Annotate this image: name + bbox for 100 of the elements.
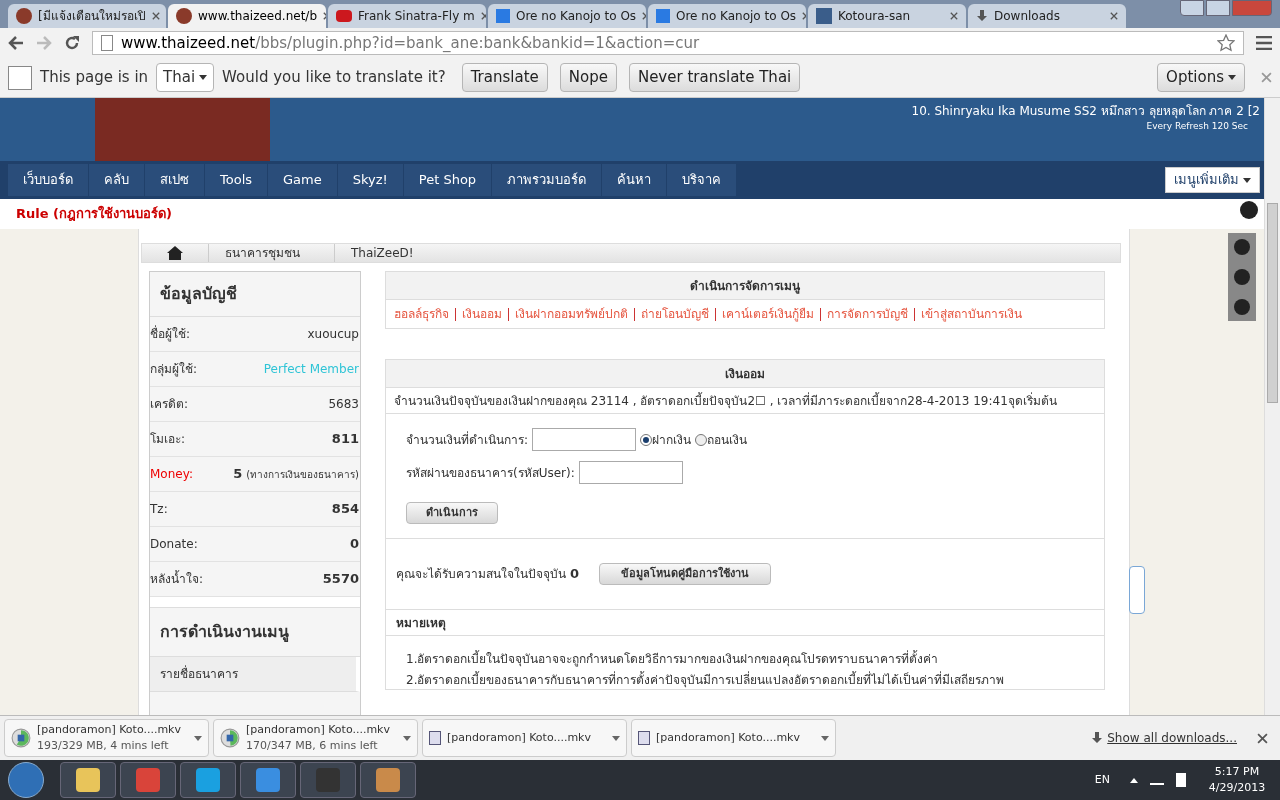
- menu-link[interactable]: ถ่ายโอนบัญชี: [641, 305, 709, 323]
- note-text: 2.อัตราดอกเบี้ยของธนาคารกับธนาคารที่การตั้งค่าปัจจุบันมีการเปลี่ยนแปลงอัตราดอกเบี้ยที่ไม่ได้เป็นค่าที่มีเสถียรภาพ: [406, 671, 1006, 689]
- field-value: 0: [349, 535, 359, 554]
- back-icon[interactable]: [8, 36, 24, 50]
- balance-text: จำนวนเงินปัจจุบันของเงินฝากของคุณ 23114 , อัตราดอกเบี้ยปัจจุบัน2☐ , เวลาที่มีภาระดอกเบี้ยจาก28-4-2013 19:41จุดเริ่มต้น: [394, 391, 1057, 410]
- field-label: จำนวนเงินที่ดำเนินการ:: [406, 430, 529, 449]
- menu-item[interactable]: รายชื่อธนาคาร: [150, 657, 360, 692]
- browser-tab[interactable]: www.thaizeed.net/b: [168, 4, 326, 28]
- nav-link[interactable]: บริจาค: [667, 164, 737, 196]
- show-all-downloads-link[interactable]: Show all downloads...: [1107, 729, 1237, 747]
- nav-link[interactable]: เว็บบอร์ด: [8, 164, 88, 196]
- breadcrumb-link[interactable]: ธนาคารชุมชน: [208, 244, 334, 262]
- download-progress-icon: [220, 728, 240, 748]
- download-icon: [1091, 732, 1104, 744]
- menu-icon[interactable]: [1256, 36, 1272, 50]
- download-icon: [976, 10, 988, 22]
- side-tab[interactable]: [1129, 566, 1145, 614]
- nav-link[interactable]: คลับ: [89, 164, 144, 196]
- caret-icon: [612, 735, 620, 741]
- star-icon[interactable]: [1217, 34, 1235, 52]
- browser-tab[interactable]: Kotoura-san: [808, 4, 966, 28]
- tab-title: Ore no Kanojo to Os: [676, 8, 797, 25]
- radio-button[interactable]: [695, 433, 708, 446]
- translate-bar-button[interactable]: Nope: [559, 63, 617, 92]
- download-progress-icon: [11, 728, 31, 748]
- tab-title: Downloads: [994, 8, 1061, 25]
- download-item[interactable]: [pandoramon] Koto....mkv: [422, 719, 627, 757]
- file-name: [pandoramon] Koto....mkv: [447, 729, 592, 746]
- menu-link[interactable]: เข้าสู่สถาบันการเงิน: [921, 305, 1022, 323]
- nav-link[interactable]: ค้นหา: [602, 164, 667, 196]
- field-label: Tz:: [150, 501, 169, 518]
- field-note: (ทางการเงินของธนาคาร): [246, 467, 359, 482]
- menu-heading: การดำเนินงานเมนู: [159, 621, 289, 644]
- tab-title: www.thaizeed.net/b: [198, 8, 317, 25]
- file-name: [pandoramon] Koto....mkv: [246, 721, 391, 738]
- browser-tab[interactable]: Downloads: [968, 4, 1126, 28]
- field-value: 5570: [322, 570, 359, 589]
- download-item[interactable]: [pandoramon] Koto....mkv: [631, 719, 836, 757]
- clock-time: 5:17 PM: [1214, 763, 1260, 780]
- tray-arrow-icon[interactable]: [1130, 777, 1138, 783]
- nav-link[interactable]: สเปซ: [145, 164, 204, 196]
- file-icon: [429, 731, 441, 745]
- minimize-icon[interactable]: [1180, 0, 1204, 16]
- more-menu-dropdown[interactable]: เมนูเพิ่มเติม: [1165, 167, 1260, 193]
- options-button[interactable]: Options: [1157, 63, 1245, 92]
- url-text: www.thaizeed.net/bbs/plugin.php?id=bank_ane:bank&bankid=1&action=cur: [121, 32, 700, 54]
- language-indicator[interactable]: EN: [1094, 771, 1110, 789]
- video-icon: [336, 10, 352, 22]
- menu-link[interactable]: เงินออม: [462, 305, 502, 323]
- site-icon: [816, 8, 832, 24]
- caret-icon: [1243, 177, 1251, 183]
- download-item[interactable]: [pandoramon] Koto....mkv 170/347 MB, 6 mins left: [213, 719, 418, 757]
- nav-link[interactable]: Game: [268, 164, 337, 196]
- field-label: โมเอะ:: [150, 431, 187, 448]
- nav-link[interactable]: Pet Shop: [403, 164, 492, 196]
- field-value: 5: [233, 465, 243, 484]
- taskbar-button[interactable]: [240, 762, 296, 798]
- browser-tab[interactable]: Frank Sinatra-Fly m: [328, 4, 486, 28]
- menu-link[interactable]: เงินฝากออมทรัพย์ปกติ: [515, 305, 628, 323]
- reload-icon[interactable]: [64, 35, 80, 51]
- browser-tab[interactable]: [มีแจ้งเตือนใหม่รอเปิ: [8, 4, 166, 28]
- browser-tab[interactable]: Ore no Kanojo to Os: [488, 4, 646, 28]
- language-dropdown[interactable]: Thai: [156, 63, 215, 92]
- taskbar-button[interactable]: [180, 762, 236, 798]
- guide-button[interactable]: ข้อมูลโหนดคู่มือการใช้งาน: [599, 563, 772, 585]
- radio-label: ถอนเงิน: [707, 431, 748, 449]
- close-icon[interactable]: [1257, 732, 1268, 744]
- start-button[interactable]: [8, 762, 44, 798]
- translate-bar-button[interactable]: Translate: [461, 63, 548, 92]
- menu-link[interactable]: ฮอลล์ธุรกิจ: [394, 305, 449, 323]
- close-icon[interactable]: [1110, 12, 1118, 20]
- browser-tab[interactable]: Ore no Kanojo to Os: [648, 4, 806, 28]
- clock[interactable]: 5:17 PM 4/29/2013: [1202, 763, 1272, 797]
- menu-link[interactable]: การจัดการบัญชี: [827, 305, 908, 323]
- field-label: รหัสผ่านของธนาคาร(รหัสUser):: [406, 464, 575, 482]
- account-heading: ข้อมูลบัญชี: [159, 283, 237, 306]
- breadcrumb-link[interactable]: ThaiZeeD!: [334, 244, 460, 262]
- translate-question: Would you like to translate it?: [222, 67, 446, 89]
- translate-bar-button[interactable]: Never translate Thai: [628, 63, 801, 92]
- maximize-icon[interactable]: [1206, 0, 1230, 16]
- file-icon: [638, 731, 650, 745]
- field-value: 811: [331, 430, 359, 449]
- nav-link[interactable]: Tools: [205, 164, 268, 196]
- taskbar-button[interactable]: [60, 762, 116, 798]
- submit-button[interactable]: ดำเนินการ: [406, 502, 498, 524]
- nav-link[interactable]: ภาพรวมบอร์ด: [492, 164, 602, 196]
- rule-link[interactable]: Rule (กฎการใช้งานบอร์ด): [16, 204, 172, 224]
- close-icon[interactable]: [151, 12, 160, 20]
- close-icon[interactable]: [950, 12, 958, 20]
- caret-icon: [194, 735, 202, 741]
- caret-icon: [821, 735, 829, 741]
- taskbar-button[interactable]: [360, 762, 416, 798]
- address-field[interactable]: www.thaizeed.net/bbs/plugin.php?id=bank_ane:bank&bankid=1&action=cur: [92, 31, 1244, 55]
- tab-title: Frank Sinatra-Fly m: [358, 8, 475, 25]
- radio-button[interactable]: [640, 433, 653, 446]
- amount-field[interactable]: [532, 428, 637, 451]
- nav-link[interactable]: Skyz!: [337, 164, 403, 196]
- menu-link[interactable]: เคาน์เตอร์เงินกู้ยืม: [722, 305, 814, 323]
- password-field[interactable]: [578, 461, 683, 484]
- download-item[interactable]: [pandoramon] Koto....mkv 193/329 MB, 4 mins left: [4, 719, 209, 757]
